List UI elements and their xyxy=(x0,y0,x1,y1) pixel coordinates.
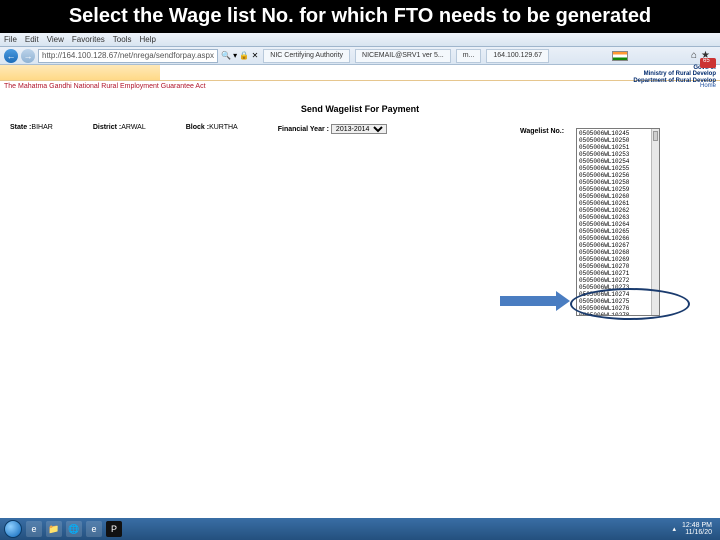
wagelist-item[interactable]: 0505006WL10267 xyxy=(578,242,658,249)
wagelist-item[interactable]: 0505006WL10259 xyxy=(578,186,658,193)
home-icon[interactable]: ⌂ xyxy=(691,50,697,61)
wagelist-item[interactable]: 0505006WL10270 xyxy=(578,263,658,270)
page-title: Send Wagelist For Payment xyxy=(10,104,710,114)
wagelist-item[interactable]: 0505006WL10260 xyxy=(578,193,658,200)
search-controls[interactable]: 🔍 ▾ 🔒 ✕ xyxy=(221,51,258,60)
header-strip: Govt. of Ministry of Rural Develop Depar… xyxy=(0,65,720,81)
header-decor xyxy=(0,65,160,80)
menu-file[interactable]: File xyxy=(4,35,17,44)
menu-view[interactable]: View xyxy=(47,35,64,44)
india-flag-icon xyxy=(612,51,628,61)
act-title-row: The Mahatma Gandhi National Rural Employ… xyxy=(0,81,720,92)
wagelist-item[interactable]: 0505006WL10263 xyxy=(578,214,658,221)
menu-tools[interactable]: Tools xyxy=(113,35,132,44)
tab-4[interactable]: 164.100.129.67 xyxy=(486,49,549,63)
tray-time: 12:48 PM xyxy=(682,522,712,529)
tray-date: 11/16/20 xyxy=(685,529,712,536)
tab-2[interactable]: NICEMAIL@SRV1 ver 5... xyxy=(355,49,451,63)
wagelist-label: Wagelist No.: xyxy=(520,128,564,135)
system-tray[interactable]: ▴ 12:48 PM 11/16/20 xyxy=(673,522,716,536)
back-button[interactable]: ← xyxy=(4,49,18,63)
taskbar-icon-5[interactable]: P xyxy=(106,521,122,537)
wagelist-item[interactable]: 0505006WL10261 xyxy=(578,200,658,207)
content-area: Send Wagelist For Payment State :BIHAR D… xyxy=(0,92,720,140)
instruction-banner: Select the Wage list No. for which FTO n… xyxy=(0,0,720,33)
wagelist-item[interactable]: 0505006WL10250 xyxy=(578,137,658,144)
home-link[interactable]: Home xyxy=(700,83,716,90)
start-button[interactable] xyxy=(4,520,22,538)
gov-line2: Ministry of Rural Develop xyxy=(633,71,716,77)
tray-caret-icon[interactable]: ▴ xyxy=(673,526,677,533)
wagelist-item[interactable]: 0505006WL10262 xyxy=(578,207,658,214)
wagelist-item[interactable]: 0505006WL10266 xyxy=(578,235,658,242)
callout-arrow xyxy=(500,296,560,306)
scroll-thumb[interactable] xyxy=(653,131,658,141)
taskbar-icon-1[interactable]: e xyxy=(26,521,42,537)
wagelist-item[interactable]: 0505006WL10272 xyxy=(578,277,658,284)
corner-badge xyxy=(700,58,716,68)
block-label: Block : xyxy=(186,124,209,131)
wagelist-item[interactable]: 0505006WL10253 xyxy=(578,151,658,158)
wagelist-item[interactable]: 0505006WL10258 xyxy=(578,179,658,186)
wagelist-item[interactable]: 0505006WL10264 xyxy=(578,221,658,228)
wagelist-item[interactable]: 0505006WL10256 xyxy=(578,172,658,179)
block-value: KURTHA xyxy=(209,124,238,131)
district-label: District : xyxy=(93,124,121,131)
wagelist-item[interactable]: 0505006WL10265 xyxy=(578,228,658,235)
menu-edit[interactable]: Edit xyxy=(25,35,39,44)
address-bar-row: ← → http://164.100.128.67/net/nrega/send… xyxy=(0,47,720,65)
url-field[interactable]: http://164.100.128.67/net/nrega/sendforp… xyxy=(38,49,218,63)
fy-label: Financial Year : xyxy=(278,126,329,133)
wagelist-item[interactable]: 0505006WL10254 xyxy=(578,158,658,165)
wagelist-item[interactable]: 0505006WL10245 xyxy=(578,130,658,137)
wagelist-item[interactable]: 0505006WL10251 xyxy=(578,144,658,151)
taskbar-icon-4[interactable]: e xyxy=(86,521,102,537)
menu-help[interactable]: Help xyxy=(139,35,155,44)
wagelist-item[interactable]: 0505006WL10269 xyxy=(578,256,658,263)
forward-button[interactable]: → xyxy=(21,49,35,63)
tab-3[interactable]: m... xyxy=(456,49,482,63)
taskbar: e 📁 🌐 e P ▴ 12:48 PM 11/16/20 xyxy=(0,518,720,540)
state-value: BIHAR xyxy=(31,124,52,131)
district-value: ARWAL xyxy=(121,124,146,131)
wagelist-item[interactable]: 0505006WL10271 xyxy=(578,270,658,277)
wagelist-scrollbar[interactable] xyxy=(651,129,659,315)
wagelist-item[interactable]: 0505006WL10268 xyxy=(578,249,658,256)
browser-menu-bar: File Edit View Favorites Tools Help xyxy=(0,33,720,47)
menu-favorites[interactable]: Favorites xyxy=(72,35,105,44)
callout-ellipse xyxy=(570,288,690,320)
taskbar-icon-3[interactable]: 🌐 xyxy=(66,521,82,537)
tab-1[interactable]: NIC Certifying Authority xyxy=(263,49,350,63)
state-label: State : xyxy=(10,124,31,131)
wagelist-item[interactable]: 0505006WL10255 xyxy=(578,165,658,172)
financial-year-select[interactable]: 2013-2014 xyxy=(331,124,387,134)
taskbar-icon-2[interactable]: 📁 xyxy=(46,521,62,537)
act-title: The Mahatma Gandhi National Rural Employ… xyxy=(4,83,206,90)
